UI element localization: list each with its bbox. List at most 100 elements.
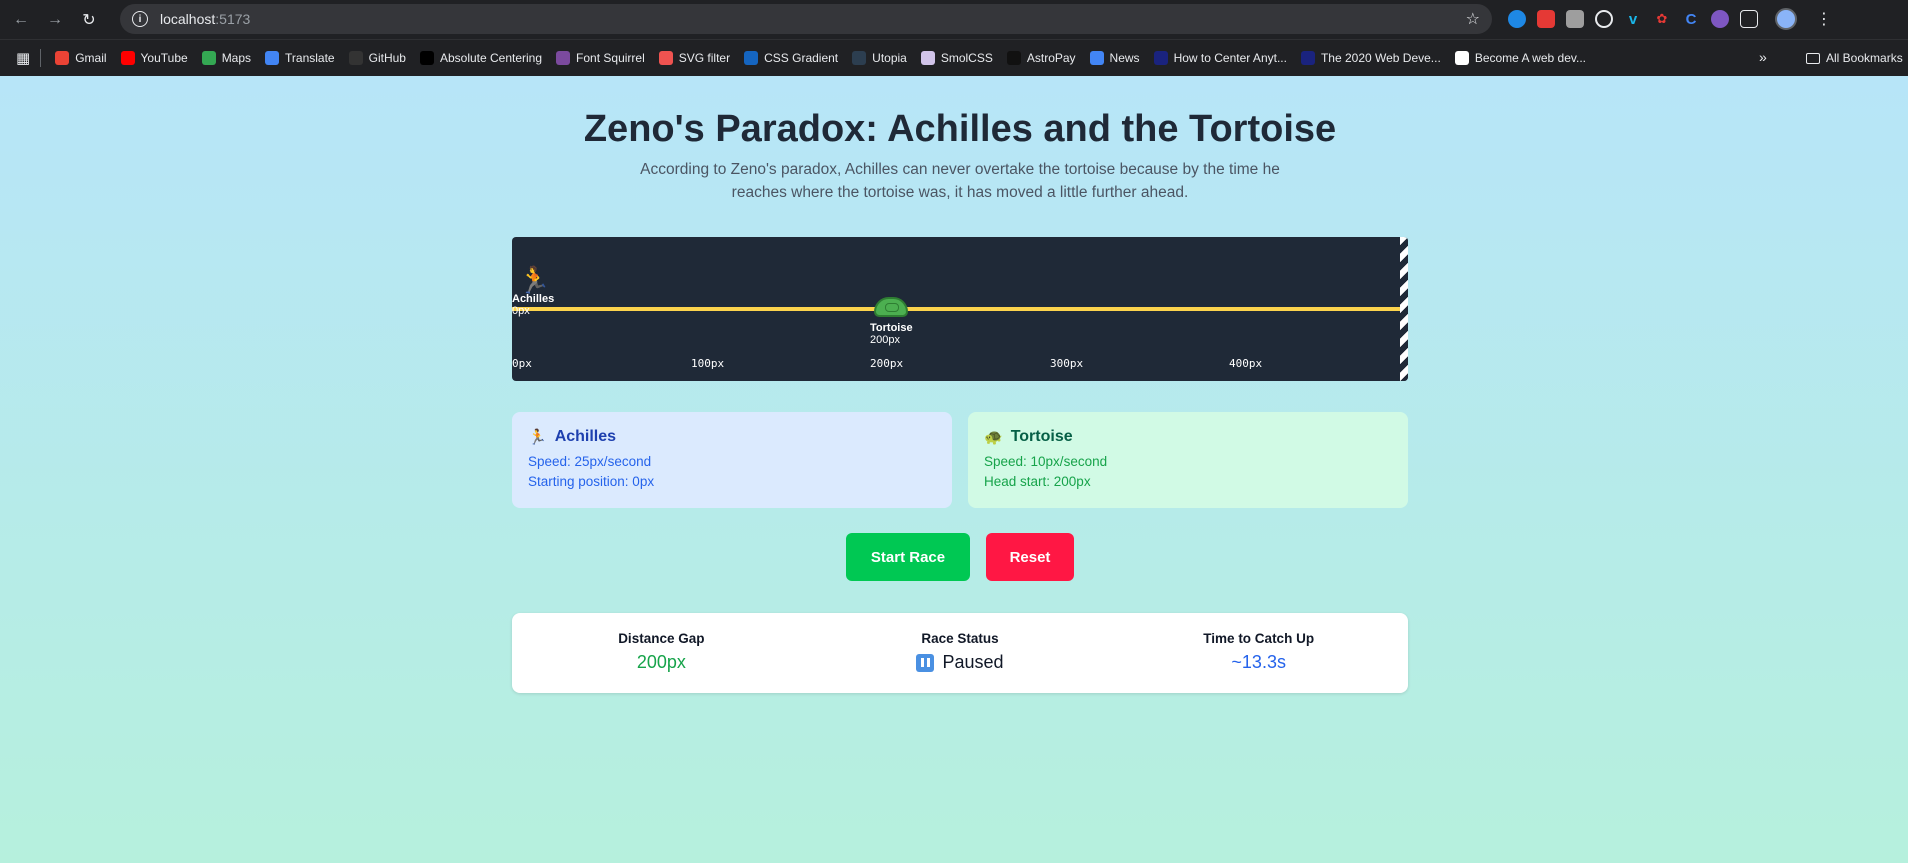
track-tick: 200px [870, 357, 904, 370]
lambda-icon [1300, 51, 1315, 65]
catch-up-time-stat: Time to Catch Up ~13.3s [1109, 613, 1408, 693]
bookmark-item[interactable]: YouTube [120, 51, 188, 65]
tortoise-track-label: Tortoise [870, 322, 913, 334]
bookmark-item[interactable]: Font Squirrel [556, 51, 645, 65]
extension-ghost-icon[interactable] [1711, 10, 1729, 28]
bookmark-label: SmolCSS [940, 51, 993, 65]
bookmark-item[interactable]: How to Center Anyt... [1153, 51, 1287, 65]
achilles-track-position: 0px [512, 305, 530, 317]
github-icon [348, 51, 363, 65]
turtle-icon [874, 297, 908, 317]
tortoise-speed: Speed: 10px/second [984, 454, 1108, 469]
bookmark-item[interactable]: Become A web dev... [1454, 51, 1586, 65]
race-status-stat: Race Status Paused [811, 613, 1110, 693]
url-text[interactable]: localhost:5173 [160, 11, 250, 27]
bookmark-label: Absolute Centering [439, 51, 543, 65]
bookmark-item[interactable]: SVG filter [658, 51, 731, 65]
more-bookmarks-icon[interactable]: » [1759, 49, 1767, 65]
forward-arrow-icon[interactable]: → [42, 7, 68, 33]
track-tick: 100px [691, 357, 725, 370]
gradient-icon [744, 51, 759, 65]
smolcss-icon [920, 51, 935, 65]
bookmark-item[interactable]: Absolute Centering [419, 51, 543, 65]
achilles-info-card: 🏃 Achilles Speed: 25px/second Starting p… [512, 412, 952, 508]
extension-target-icon[interactable] [1595, 10, 1613, 28]
news-icon [1089, 51, 1104, 65]
folder-icon [1806, 52, 1820, 64]
medium-icon [419, 51, 434, 65]
bookmark-item[interactable]: GitHub [348, 51, 406, 65]
race-status-display: Paused [916, 652, 1004, 673]
achilles-runner: 🏃 Achilles 0px [512, 267, 554, 317]
back-arrow-icon[interactable]: ← [8, 7, 34, 33]
bookmarks-divider [40, 49, 42, 67]
youtube-icon [120, 51, 135, 65]
bookmark-item[interactable]: CSS Gradient [744, 51, 838, 65]
site-info-icon[interactable]: i [132, 11, 148, 27]
extension-gray-icon[interactable] [1566, 10, 1584, 28]
extension-vimeo-icon[interactable]: v [1624, 10, 1642, 28]
page-title: Zeno's Paradox: Achilles and the Tortois… [583, 108, 1337, 150]
bookmark-star-icon[interactable]: ☆ [1466, 9, 1480, 29]
maps-icon [201, 51, 216, 65]
finish-line [1400, 237, 1408, 381]
bookmark-label: Font Squirrel [576, 51, 645, 65]
track-lane [512, 307, 1400, 311]
bookmarks-list: Gmail YouTube Maps Translate GitHub Absolute … [55, 51, 1600, 65]
bookmark-label: Become A web dev... [1474, 51, 1586, 65]
distance-gap-stat: Distance Gap 200px [512, 613, 811, 693]
extensions-area: v ✿ C ⋮ [1508, 8, 1832, 30]
bookmark-item[interactable]: The 2020 Web Deve... [1300, 51, 1441, 65]
track-tick: 400px [1229, 357, 1263, 370]
address-bar[interactable]: i localhost:5173 ☆ [120, 4, 1492, 34]
race-stats-panel: Distance Gap 200px Race Status Paused Ti… [512, 613, 1408, 693]
turtle-icon: 🐢 [984, 429, 1003, 446]
profile-avatar[interactable] [1775, 8, 1797, 30]
bookmark-label: SVG filter [678, 51, 731, 65]
page-description: According to Zeno's paradox, Achilles ca… [640, 161, 1280, 201]
bookmark-label: Translate [285, 51, 335, 65]
runner-icon: 🏃 [518, 265, 551, 295]
bookmarks-bar: ▦ Gmail YouTube Maps Translate GitHub Absolut… [0, 39, 1908, 76]
bookmark-item[interactable]: News [1089, 51, 1140, 65]
reset-button[interactable]: Reset [986, 533, 1074, 581]
bookmark-label: Maps [221, 51, 252, 65]
bookmark-label: GitHub [368, 51, 406, 65]
extension-gem-icon[interactable] [1508, 10, 1526, 28]
start-race-button[interactable]: Start Race [846, 533, 970, 581]
all-bookmarks-folder[interactable]: All Bookmarks [1806, 51, 1903, 65]
translate-icon [265, 51, 280, 65]
bookmark-label: YouTube [140, 51, 188, 65]
race-track: 🏃 Achilles 0px Tortoise 200px 0px 100px … [512, 237, 1408, 381]
bookmark-item[interactable]: Utopia [852, 51, 907, 65]
tortoise-card-title: Tortoise [1010, 428, 1073, 445]
bookmark-item[interactable]: Gmail [55, 51, 107, 65]
bookmark-label: CSS Gradient [764, 51, 839, 65]
bookmark-item[interactable]: Maps [201, 51, 252, 65]
asterisk-icon [658, 51, 673, 65]
catch-up-time-label: Time to Catch Up [1203, 631, 1315, 646]
apps-grid-icon[interactable]: ▦ [16, 49, 30, 67]
achilles-start-position: Starting position: 0px [528, 474, 655, 489]
bookmark-label: Gmail [75, 51, 107, 65]
extensions-puzzle-icon[interactable] [1740, 10, 1758, 28]
app-page: Zeno's Paradox: Achilles and the Tortois… [0, 76, 1908, 863]
bookmark-item[interactable]: Translate [265, 51, 335, 65]
tortoise-card-header: 🐢 Tortoise [984, 428, 1392, 446]
race-status-label: Race Status [921, 631, 999, 646]
runner-icon: 🏃 [528, 429, 547, 446]
bookmark-label: AstroPay [1026, 51, 1076, 65]
bookmark-label: How to Center Anyt... [1173, 51, 1287, 65]
distance-gap-value: 200px [636, 652, 686, 672]
reload-icon[interactable]: ↻ [76, 7, 102, 33]
extension-red-icon[interactable] [1537, 10, 1555, 28]
gmail-icon [55, 51, 70, 65]
menu-dots-icon[interactable]: ⋮ [1816, 9, 1832, 29]
bookmark-item[interactable]: SmolCSS [920, 51, 993, 65]
browser-toolbar: ← → ↻ i localhost:5173 ☆ v ✿ C ⋮ [0, 0, 1908, 39]
extension-c-icon[interactable]: C [1682, 10, 1700, 28]
extension-figure-icon[interactable]: ✿ [1653, 10, 1671, 28]
all-bookmarks-label: All Bookmarks [1826, 51, 1903, 65]
bookmark-item[interactable]: AstroPay [1006, 51, 1076, 65]
distance-gap-label: Distance Gap [618, 631, 705, 646]
